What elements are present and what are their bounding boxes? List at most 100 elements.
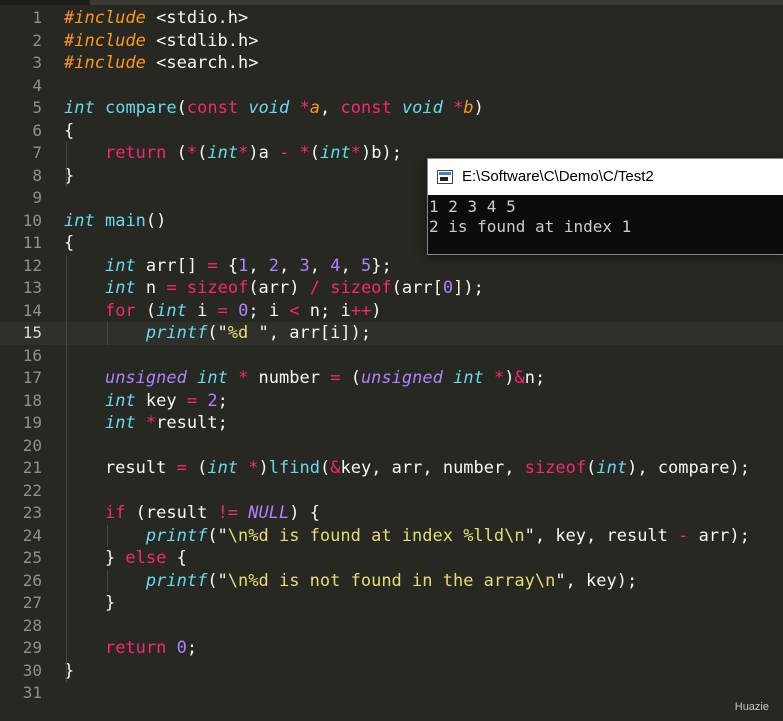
line-number[interactable]: 22: [0, 480, 42, 503]
line-number[interactable]: 6: [0, 120, 42, 143]
line-number[interactable]: 14: [0, 300, 42, 323]
line-number[interactable]: 3: [0, 52, 42, 75]
code-text[interactable]: int compare(const void *a, const void *b…: [64, 97, 484, 120]
line-number[interactable]: 11: [0, 232, 42, 255]
code-token: (": [207, 323, 228, 343]
code-line[interactable]: 1 #include <stdio.h>: [0, 7, 783, 30]
code-text[interactable]: result = (int *)lfind(&key, arr, number,…: [64, 457, 750, 480]
code-line[interactable]: 15 printf("%d ", arr[i]);: [0, 322, 783, 345]
code-text[interactable]: printf("%d ", arr[i]);: [64, 322, 371, 345]
code-line[interactable]: 26 printf("\n%d is not found in the arra…: [0, 570, 783, 593]
line-number[interactable]: 24: [0, 525, 42, 548]
code-text[interactable]: printf("\n%d is found at index %lld\n", …: [64, 525, 750, 548]
code-line[interactable]: 4: [0, 75, 783, 98]
code-text[interactable]: unsigned int * number = (unsigned int *)…: [64, 367, 545, 390]
line-number[interactable]: 17: [0, 367, 42, 390]
line-number[interactable]: 8: [0, 165, 42, 188]
code-text[interactable]: }: [64, 592, 115, 615]
code-line[interactable]: 6{: [0, 120, 783, 143]
line-number[interactable]: 27: [0, 592, 42, 615]
line-number[interactable]: 31: [0, 682, 42, 705]
console-title-bar[interactable]: E:\Software\C\Demo\C/Test2: [428, 159, 783, 195]
line-number[interactable]: 4: [0, 75, 42, 98]
code-editor[interactable]: 1 #include <stdio.h> 2 #include <stdlib.h> 3…: [0, 0, 783, 721]
line-number[interactable]: 25: [0, 547, 42, 570]
code-token: key: [135, 390, 187, 411]
code-text[interactable]: #include <search.h>: [64, 52, 258, 75]
code-text[interactable]: return 0;: [64, 637, 197, 660]
code-line[interactable]: 31: [0, 682, 783, 705]
line-number[interactable]: 16: [0, 345, 42, 368]
code-line[interactable]: 24 printf("\n%d is found at index %lld\n…: [0, 525, 783, 548]
line-number[interactable]: 12: [0, 255, 42, 278]
code-token: -: [678, 525, 689, 546]
code-token: #include: [64, 53, 157, 73]
line-number[interactable]: 9: [0, 187, 42, 210]
code-text[interactable]: {: [64, 232, 74, 255]
code-text[interactable]: printf("\n%d is not found in the array\n…: [64, 570, 637, 593]
code-text[interactable]: int *result;: [64, 412, 228, 435]
code-token: for: [104, 300, 136, 321]
line-number[interactable]: 29: [0, 637, 42, 660]
line-number[interactable]: 5: [0, 97, 42, 120]
code-line[interactable]: 18 int key = 2;: [0, 390, 783, 413]
code-line[interactable]: 22: [0, 480, 783, 503]
code-text[interactable]: int n = sizeof(arr) / sizeof(arr[0]);: [64, 277, 484, 300]
code-line[interactable]: 20: [0, 435, 783, 458]
line-number[interactable]: 7: [0, 142, 42, 165]
code-line[interactable]: 25 } else {: [0, 547, 783, 570]
code-token: &: [330, 458, 341, 478]
code-token: /: [309, 278, 320, 298]
line-number[interactable]: 28: [0, 615, 42, 638]
line-number[interactable]: 21: [0, 457, 42, 480]
code-text[interactable]: int arr[] = {1, 2, 3, 4, 5};: [64, 255, 392, 278]
code-line[interactable]: 14 for (int i = 0; i < n; i++): [0, 300, 783, 323]
code-text[interactable]: int main(): [64, 210, 166, 233]
code-text[interactable]: if (result != NULL) {: [64, 502, 320, 525]
code-line[interactable]: 3 #include <search.h>: [0, 52, 783, 75]
line-number[interactable]: 19: [0, 412, 42, 435]
line-number[interactable]: 13: [0, 277, 42, 300]
code-line[interactable]: 30}: [0, 660, 783, 683]
code-line[interactable]: 28: [0, 615, 783, 638]
code-text[interactable]: return (*(int*)a - *(int*)b);: [64, 142, 402, 165]
code-line[interactable]: 23 if (result != NULL) {: [0, 502, 783, 525]
line-number[interactable]: 1: [0, 7, 42, 30]
code-line[interactable]: 17 unsigned int * number = (unsigned int…: [0, 367, 783, 390]
code-line[interactable]: 2 #include <stdlib.h>: [0, 30, 783, 53]
code-text[interactable]: #include <stdio.h>: [64, 7, 248, 30]
line-number[interactable]: 26: [0, 570, 42, 593]
code-token: i: [186, 300, 218, 321]
code-text[interactable]: for (int i = 0; i < n; i++): [64, 300, 382, 323]
line-number[interactable]: 10: [0, 210, 42, 233]
code-text[interactable]: int key = 2;: [64, 390, 228, 413]
code-line[interactable]: 19 int *result;: [0, 412, 783, 435]
line-number[interactable]: 20: [0, 435, 42, 458]
code-token: int: [64, 98, 95, 118]
code-line[interactable]: 5 int compare(const void *a, const void *…: [0, 97, 783, 120]
code-line[interactable]: 21 result = (int *)lfind(&key, arr, numb…: [0, 457, 783, 480]
line-number[interactable]: 18: [0, 390, 42, 413]
console-window[interactable]: E:\Software\C\Demo\C/Test2 1 2 3 4 5 2 i…: [427, 158, 783, 255]
code-token: ; i: [248, 300, 290, 321]
code-line[interactable]: 27 }: [0, 592, 783, 615]
line-number[interactable]: 15: [0, 322, 42, 345]
code-token: -: [279, 143, 290, 163]
line-number[interactable]: 23: [0, 502, 42, 525]
code-text[interactable]: #include <stdlib.h>: [64, 30, 258, 53]
line-number[interactable]: 2: [0, 30, 42, 53]
code-line[interactable]: 29 return 0;: [0, 637, 783, 660]
code-token: arr);: [688, 525, 750, 546]
code-token: &: [514, 368, 525, 388]
code-text[interactable]: } else {: [64, 547, 187, 570]
code-line[interactable]: 13 int n = sizeof(arr) / sizeof(arr[0]);: [0, 277, 783, 300]
code-line[interactable]: 16: [0, 345, 783, 368]
code-line[interactable]: 12 int arr[] = {1, 2, 3, 4, 5};: [0, 255, 783, 278]
code-text[interactable]: {: [64, 120, 74, 143]
line-number[interactable]: 30: [0, 660, 42, 683]
